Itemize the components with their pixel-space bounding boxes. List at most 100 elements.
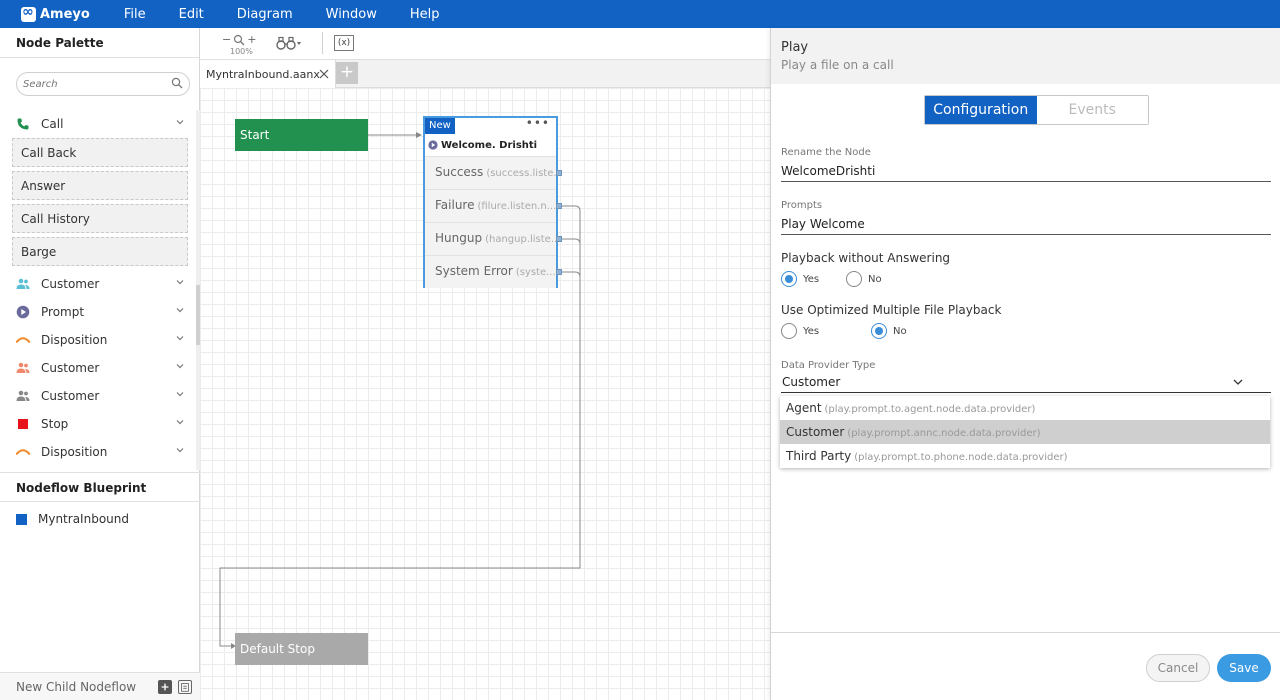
diagram-toolbar: − + 100% (x) (200, 28, 770, 60)
palette-node-answer[interactable]: Answer (12, 171, 188, 200)
option-customer[interactable]: Customer (play.prompt.annc.node.data.prov… (780, 420, 1270, 444)
palette-node-call-back[interactable]: Call Back (12, 138, 188, 167)
search-icon[interactable] (171, 77, 183, 89)
zoom-magnifier-icon[interactable] (233, 34, 245, 46)
playback-yes-option[interactable]: Yes (781, 271, 819, 287)
optimized-no-radio[interactable] (871, 323, 887, 339)
palette-category-stop[interactable]: Stop (0, 410, 196, 438)
palette-category-label: Prompt (41, 305, 85, 319)
palette-category-call[interactable]: Call (0, 110, 196, 138)
data-provider-select[interactable]: Customer (781, 373, 1271, 393)
port-handle-failure[interactable] (556, 203, 562, 209)
palette-node-barge[interactable]: Barge (12, 237, 188, 266)
binoculars-icon[interactable] (276, 36, 302, 50)
menu-window[interactable]: Window (320, 7, 383, 22)
optimized-yes-radio[interactable] (781, 323, 797, 339)
radio-label: Yes (803, 325, 820, 337)
port-failure[interactable]: Failure (filure.listen.n...) (425, 189, 556, 222)
palette-category-disposition[interactable]: Disposition (0, 438, 196, 466)
optimized-playback-label: Use Optimized Multiple File Playback (781, 303, 1002, 317)
more-options-icon[interactable]: ••• (526, 116, 550, 130)
tab-configuration[interactable]: Configuration (925, 96, 1037, 124)
properties-subtitle: Play a file on a call (781, 58, 894, 72)
variables-button[interactable]: (x) (334, 35, 354, 51)
palette-search (16, 72, 190, 96)
radio-label: No (868, 273, 882, 285)
play-node[interactable]: New ••• Welcome. Drishti Success (success… (423, 116, 558, 288)
properties-tabs: Configuration Events (924, 95, 1149, 125)
chevron-down-icon[interactable] (176, 418, 184, 426)
rename-node-label: Rename the Node (781, 147, 871, 158)
palette-category-customer[interactable]: Customer (0, 382, 196, 410)
port-label: Success (435, 165, 484, 179)
playback-no-radio[interactable] (846, 271, 862, 287)
port-handle-success[interactable] (556, 170, 562, 176)
port-event: (syste...) (515, 267, 556, 278)
port-hungup[interactable]: Hungup(hangup.liste...) (425, 222, 556, 255)
blueprint-item-label: MyntraInbound (38, 512, 129, 526)
tab-myntrainbound[interactable]: MyntraInbound.aanx (200, 60, 336, 88)
start-node[interactable]: Start (235, 119, 368, 151)
palette-node-call-history[interactable]: Call History (12, 204, 188, 233)
option-third-party[interactable]: Third Party (play.prompt.to.phone.node.da… (780, 444, 1270, 468)
add-nodeflow-icon[interactable] (158, 680, 172, 694)
palette-category-disposition[interactable]: Disposition (0, 326, 196, 354)
playback-yes-radio[interactable] (781, 271, 797, 287)
menu-edit[interactable]: Edit (173, 7, 210, 22)
port-event: (success.liste...) (486, 168, 556, 179)
palette-category-label: Call (41, 117, 64, 131)
zoom-in-button[interactable]: + (247, 33, 256, 46)
chevron-down-icon[interactable] (176, 334, 184, 342)
playback-no-option[interactable]: No (846, 271, 882, 287)
diagram-canvas[interactable]: Start New ••• Welcome. Drishti Success (s… (200, 88, 770, 700)
new-badge: New (425, 118, 455, 134)
prompts-label: Prompts (781, 200, 823, 211)
close-icon[interactable] (318, 68, 330, 80)
nodeflow-blueprint-title: Nodeflow Blueprint (0, 472, 200, 502)
play-node-name: Welcome. Drishti (441, 139, 538, 151)
new-child-nodeflow-label[interactable]: New Child Nodeflow (16, 680, 136, 694)
option-label: Agent (786, 401, 822, 415)
port-handle-hungup[interactable] (556, 236, 562, 242)
option-agent[interactable]: Agent (play.prompt.to.agent.node.data.pro… (780, 396, 1270, 420)
add-tab-button[interactable]: + (336, 62, 358, 84)
tab-events[interactable]: Events (1036, 96, 1148, 124)
blueprint-item-myntrainbound[interactable]: MyntraInbound (16, 512, 129, 526)
optimized-no-option[interactable]: No (871, 323, 907, 339)
import-nodeflow-icon[interactable] (178, 680, 192, 694)
optimized-yes-option[interactable]: Yes (781, 323, 819, 339)
chevron-down-icon[interactable] (176, 278, 184, 286)
port-label: System Error (435, 264, 513, 278)
radio-label: Yes (803, 273, 820, 285)
palette-category-customer[interactable]: Customer (0, 354, 196, 382)
chevron-down-icon[interactable] (176, 362, 184, 370)
playback-without-answering-label: Playback without Answering (781, 251, 951, 265)
palette-search-input[interactable] (23, 73, 163, 95)
default-stop-node[interactable]: Default Stop (235, 633, 368, 665)
menu-diagram[interactable]: Diagram (231, 7, 299, 22)
rename-node-input[interactable] (781, 160, 1271, 182)
menu-file[interactable]: File (118, 7, 152, 22)
palette-category-customer[interactable]: Customer (0, 270, 196, 298)
play-node-title: Welcome. Drishti (425, 134, 556, 156)
chevron-down-icon[interactable] (176, 306, 184, 314)
app-name: Ameyo (40, 6, 90, 22)
palette-category-prompt[interactable]: Prompt (0, 298, 196, 326)
properties-header: Play Play a file on a call (771, 28, 1280, 84)
menu-bar: Ameyo File Edit Diagram Window Help (0, 0, 1280, 28)
save-button[interactable]: Save (1217, 654, 1271, 682)
ameyo-logo-icon (21, 4, 36, 22)
prompts-input[interactable] (781, 213, 1271, 235)
chevron-down-icon[interactable] (176, 446, 184, 454)
zoom-out-button[interactable]: − (222, 33, 231, 46)
chevron-down-icon[interactable] (176, 118, 184, 126)
chevron-down-icon[interactable] (176, 390, 184, 398)
port-handle-system-error[interactable] (556, 269, 562, 275)
users-icon (16, 361, 30, 375)
properties-panel: Play Play a file on a call Configuration… (770, 28, 1280, 700)
cancel-button[interactable]: Cancel (1146, 654, 1210, 682)
port-success[interactable]: Success(success.liste...) (425, 156, 556, 189)
chevron-down-icon[interactable] (1233, 378, 1243, 386)
menu-help[interactable]: Help (404, 7, 446, 22)
port-system-error[interactable]: System Error (syste...) (425, 255, 556, 288)
